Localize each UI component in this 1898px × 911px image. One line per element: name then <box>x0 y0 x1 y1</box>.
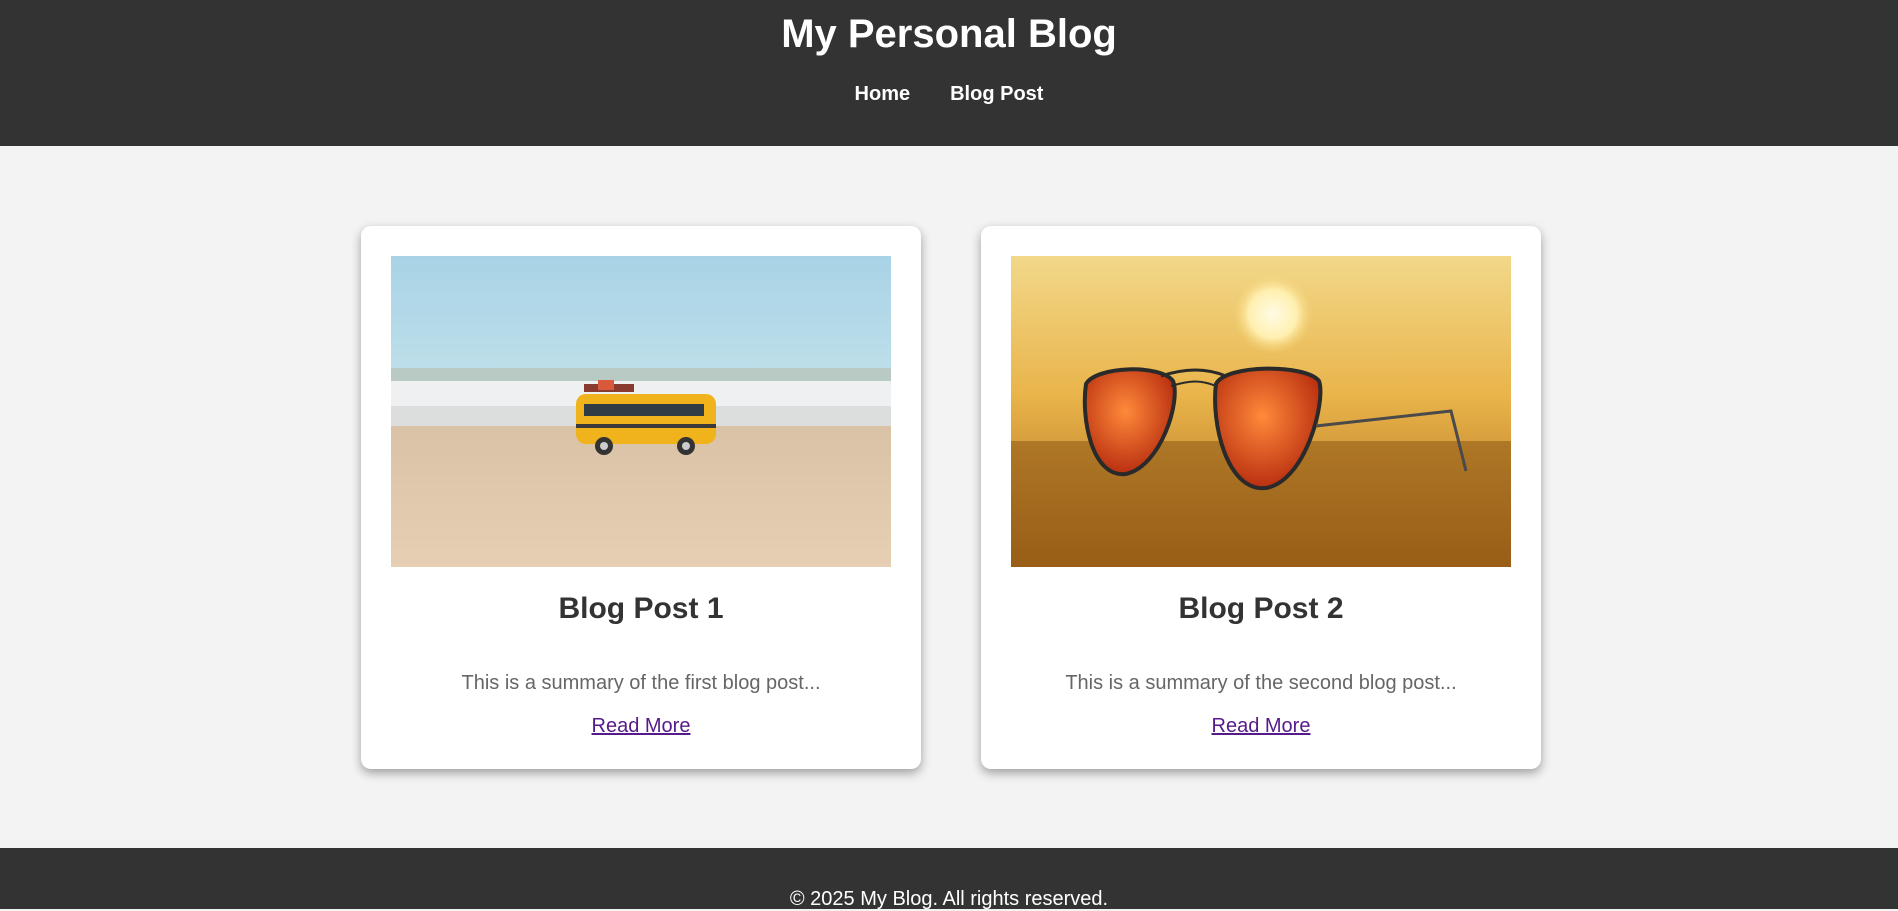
site-footer: © 2025 My Blog. All rights reserved. <box>0 848 1898 910</box>
site-title: My Personal Blog <box>781 12 1117 56</box>
post-image-toy-bus-on-beach <box>391 256 891 567</box>
copyright-text: © 2025 My Blog. All rights reserved. <box>789 888 1109 910</box>
post-title: Blog Post 1 <box>558 592 724 625</box>
post-title: Blog Post 2 <box>1178 592 1344 625</box>
blog-card: Blog Post 1 This is a summary of the fir… <box>361 226 921 769</box>
main-nav: Home Blog Post <box>0 80 1898 108</box>
nav-blog-post-link[interactable]: Blog Post <box>950 80 1043 108</box>
read-more-link[interactable]: Read More <box>592 713 691 739</box>
site-header: My Personal Blog Home Blog Post <box>0 0 1898 146</box>
post-image-sunglasses-at-sunset <box>1011 256 1511 567</box>
post-summary: This is a summary of the second blog pos… <box>1065 672 1457 694</box>
nav-home-link[interactable]: Home <box>855 80 911 108</box>
posts-section: Blog Post 1 This is a summary of the fir… <box>0 146 1898 848</box>
read-more-link[interactable]: Read More <box>1212 713 1311 739</box>
post-summary: This is a summary of the first blog post… <box>461 672 821 694</box>
blog-card: Blog Post 2 This is a summary of the sec… <box>981 226 1541 769</box>
